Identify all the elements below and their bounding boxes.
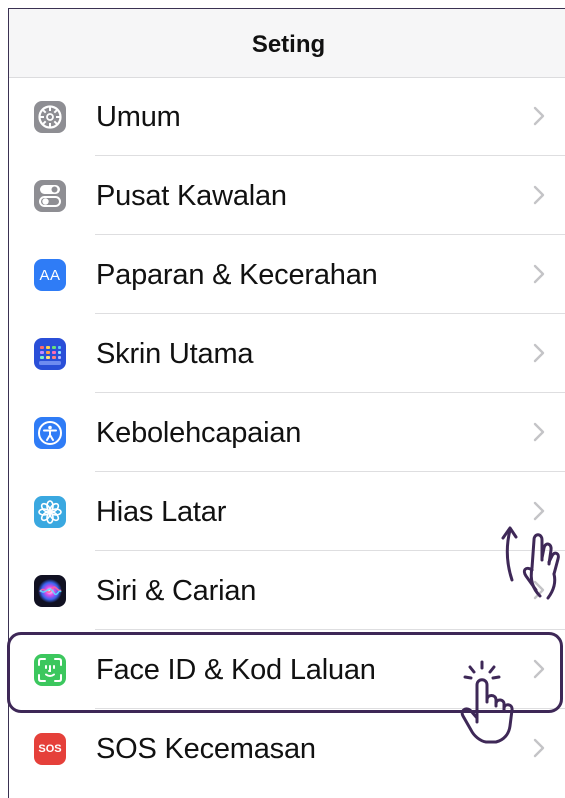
sos-icon: SOS — [34, 733, 66, 765]
siri-icon — [34, 575, 66, 607]
chevron-right-icon — [533, 264, 545, 284]
settings-item-paparan-kecerahan[interactable]: AA Paparan & Kecerahan — [9, 235, 565, 314]
settings-item-skrin-utama[interactable]: Skrin Utama — [9, 314, 565, 393]
settings-item-pusat-kawalan[interactable]: Pusat Kawalan — [9, 156, 565, 235]
chevron-right-icon — [533, 106, 545, 126]
settings-item-sos-kecemasan[interactable]: SOS SOS Kecemasan — [9, 709, 565, 788]
face-id-icon — [34, 654, 66, 686]
toggles-icon — [34, 180, 66, 212]
settings-window: Seting Umum Pusat Kawalan AA Paparan & K… — [8, 8, 565, 798]
settings-item-label: SOS Kecemasan — [96, 733, 316, 765]
settings-item-label: Face ID & Kod Laluan — [96, 654, 376, 686]
chevron-right-icon — [533, 580, 545, 600]
chevron-right-icon — [533, 501, 545, 521]
chevron-right-icon — [533, 343, 545, 363]
settings-item-label: Paparan & Kecerahan — [96, 259, 378, 291]
gear-icon — [34, 101, 66, 133]
page-title: Seting — [251, 31, 326, 58]
flower-icon — [34, 496, 66, 528]
settings-item-hias-latar[interactable]: Hias Latar — [9, 472, 565, 551]
settings-item-label: Kebolehcapaian — [96, 417, 302, 449]
settings-item-label: Siri & Carian — [96, 575, 257, 607]
navigation-bar: Seting — [9, 9, 565, 78]
home-grid-icon — [34, 338, 66, 370]
chevron-right-icon — [533, 659, 545, 679]
chevron-right-icon — [533, 738, 545, 758]
settings-item-label: Hias Latar — [96, 496, 227, 528]
settings-item-kebolehcapaian[interactable]: Kebolehcapaian — [9, 393, 565, 472]
accessibility-icon — [34, 417, 66, 449]
settings-item-siri-carian[interactable]: Siri & Carian — [9, 551, 565, 630]
settings-item-label: Umum — [96, 101, 181, 133]
chevron-right-icon — [533, 422, 545, 442]
sos-glyph: SOS — [38, 743, 62, 755]
settings-item-label: Pusat Kawalan — [96, 180, 287, 212]
settings-item-umum[interactable]: Umum — [9, 77, 565, 156]
text-size-icon: AA — [34, 259, 66, 291]
settings-item-label: Skrin Utama — [96, 338, 254, 370]
text-size-glyph: AA — [39, 266, 61, 284]
chevron-right-icon — [533, 185, 545, 205]
settings-item-face-id-kod-laluan[interactable]: Face ID & Kod Laluan — [9, 630, 565, 709]
